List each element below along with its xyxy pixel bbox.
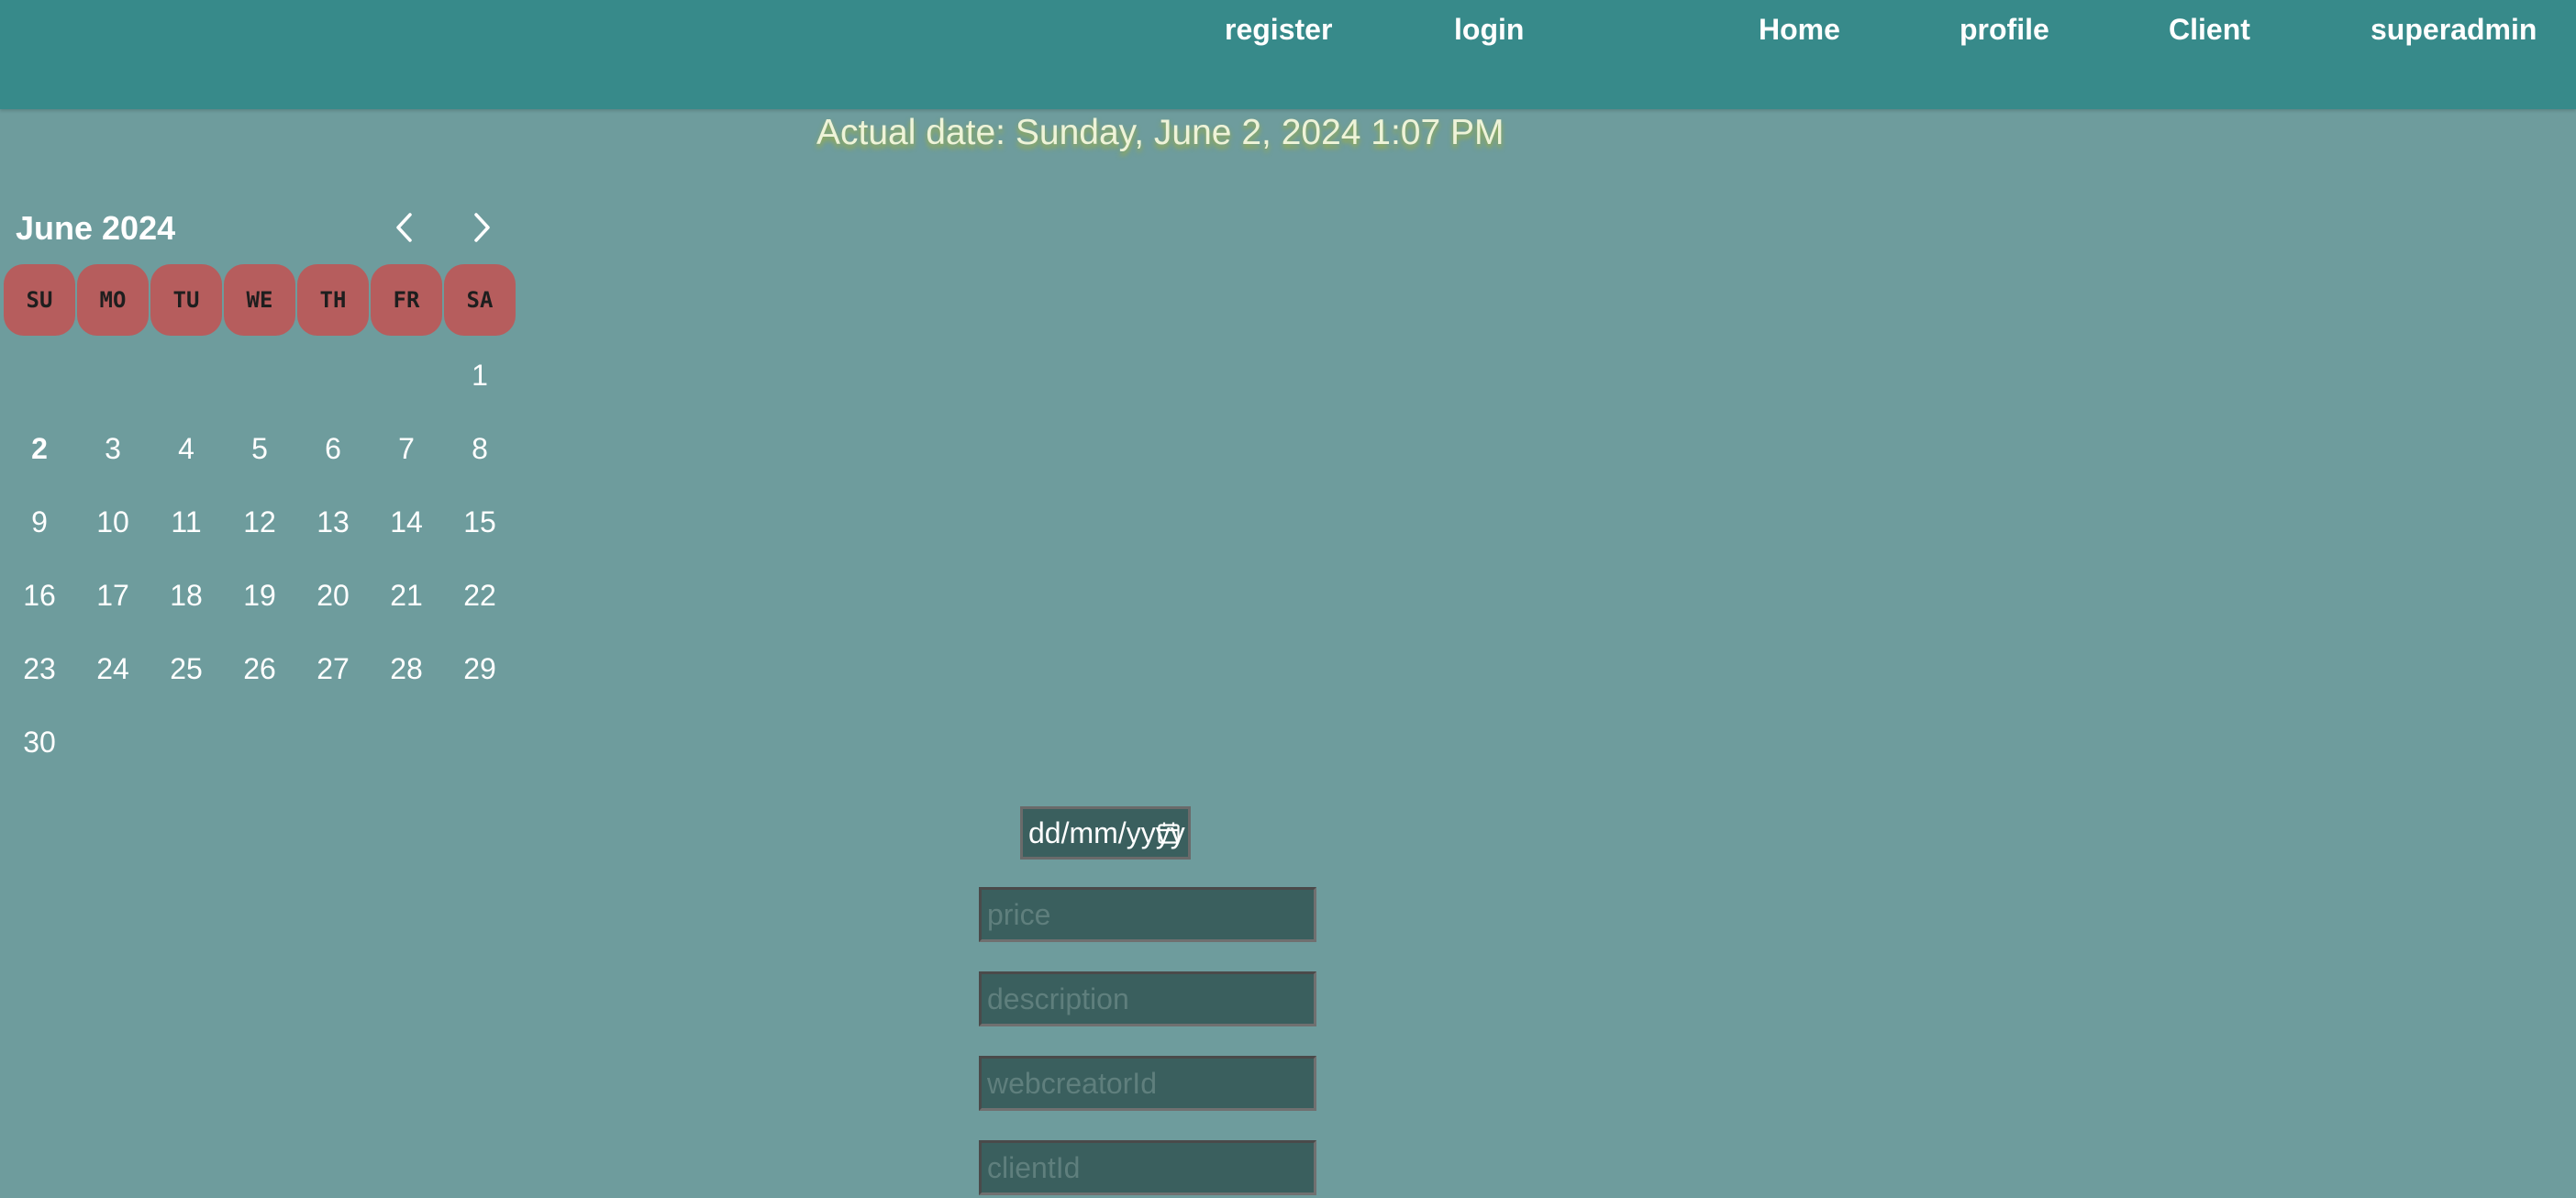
calendar-day[interactable]: 3 xyxy=(77,413,149,484)
weekday-header: TU xyxy=(150,264,222,336)
calendar-day[interactable]: 21 xyxy=(371,560,442,631)
description-input[interactable] xyxy=(979,971,1316,1026)
calendar-day[interactable]: 20 xyxy=(297,560,369,631)
nav-profile-link[interactable]: profile xyxy=(1960,13,2049,47)
calendar-day[interactable]: 8 xyxy=(444,413,516,484)
calendar-day[interactable]: 14 xyxy=(371,486,442,558)
calendar-next-button[interactable] xyxy=(456,202,507,253)
calendar-day[interactable]: 13 xyxy=(297,486,369,558)
weekday-header: TH xyxy=(297,264,369,336)
calendar-icon[interactable] xyxy=(1157,821,1181,845)
calendar-day[interactable]: 11 xyxy=(150,486,222,558)
calendar-day[interactable]: 12 xyxy=(224,486,295,558)
calendar-day[interactable]: 29 xyxy=(444,633,516,704)
actual-date-display: Actual date: Sunday, June 2, 2024 1:07 PM xyxy=(816,113,1505,153)
calendar-day[interactable]: 26 xyxy=(224,633,295,704)
calendar-day[interactable]: 5 xyxy=(224,413,295,484)
calendar-day[interactable]: 24 xyxy=(77,633,149,704)
chevron-right-icon xyxy=(474,213,490,242)
calendar-day[interactable]: 15 xyxy=(444,486,516,558)
calendar-day[interactable]: 16 xyxy=(4,560,75,631)
calendar-day[interactable]: 27 xyxy=(297,633,369,704)
calendar-day[interactable]: 30 xyxy=(4,706,75,778)
calendar-prev-button[interactable] xyxy=(379,202,430,253)
calendar-day-today[interactable]: 2 xyxy=(4,413,75,484)
nav-client-link[interactable]: Client xyxy=(2169,13,2250,47)
weekday-header: SU xyxy=(4,264,75,336)
calendar-day[interactable]: 1 xyxy=(444,339,516,411)
weekday-header: FR xyxy=(371,264,442,336)
calendar-day[interactable]: 10 xyxy=(77,486,149,558)
price-input[interactable] xyxy=(979,887,1316,942)
top-navbar: register login Home profile Client super… xyxy=(0,0,2576,109)
nav-register-link[interactable]: register xyxy=(1225,13,1332,47)
actual-date-prefix: Actual date: xyxy=(816,113,1005,152)
actual-date-value: Sunday, June 2, 2024 1:07 PM xyxy=(1015,113,1505,152)
calendar-day[interactable]: 25 xyxy=(150,633,222,704)
calendar-day[interactable]: 28 xyxy=(371,633,442,704)
client-id-input[interactable] xyxy=(979,1140,1316,1195)
webcreator-id-input[interactable] xyxy=(979,1056,1316,1111)
nav-home-link[interactable]: Home xyxy=(1759,13,1840,47)
weekday-header: SA xyxy=(444,264,516,336)
calendar-day[interactable]: 9 xyxy=(4,486,75,558)
calendar-day[interactable]: 19 xyxy=(224,560,295,631)
calendar-day[interactable]: 4 xyxy=(150,413,222,484)
date-input[interactable]: dd/mm/yyyy xyxy=(1020,806,1191,860)
calendar-day[interactable]: 17 xyxy=(77,560,149,631)
calendar-day[interactable]: 22 xyxy=(444,560,516,631)
calendar-day[interactable]: 18 xyxy=(150,560,222,631)
calendar-day[interactable]: 23 xyxy=(4,633,75,704)
weekday-header: WE xyxy=(224,264,295,336)
calendar-day[interactable]: 6 xyxy=(297,413,369,484)
calendar-month-label: June 2024 xyxy=(16,209,176,247)
weekday-header: MO xyxy=(77,264,149,336)
nav-login-link[interactable]: login xyxy=(1454,13,1524,47)
nav-superadmin-link[interactable]: superadmin xyxy=(2371,13,2537,47)
chevron-left-icon xyxy=(396,213,412,242)
calendar-day[interactable]: 7 xyxy=(371,413,442,484)
